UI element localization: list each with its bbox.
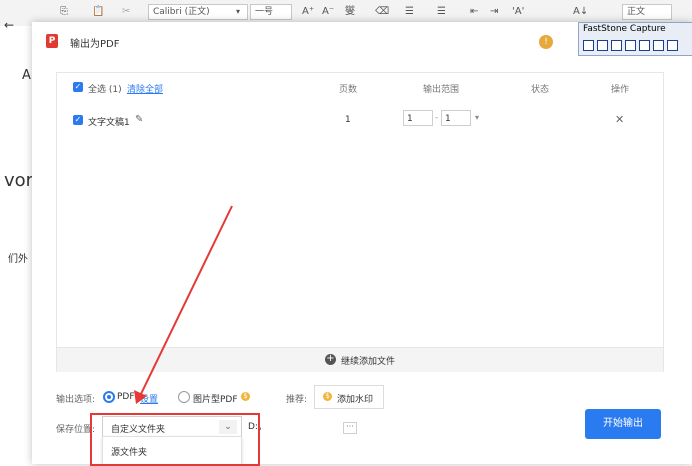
annotation-arrow	[134, 205, 233, 404]
annotation-arrow-line	[139, 205, 233, 397]
annotation-arrow-head	[134, 390, 147, 404]
